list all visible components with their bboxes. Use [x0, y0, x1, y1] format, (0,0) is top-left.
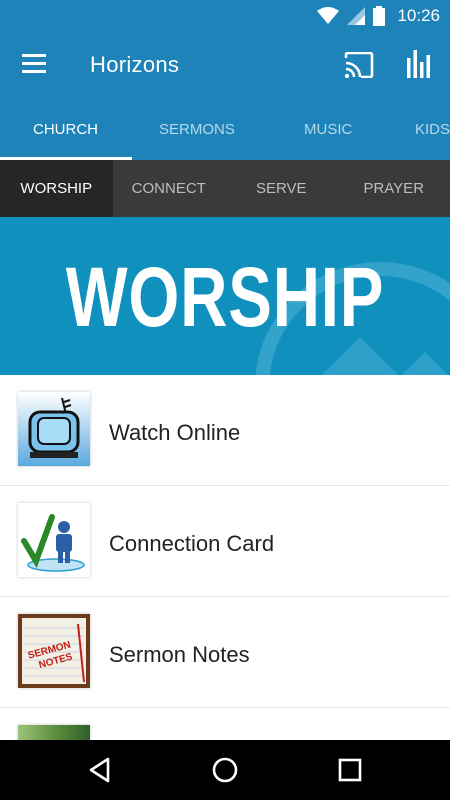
stats-icon[interactable]: [406, 50, 432, 78]
list-item-connection-card[interactable]: Connection Card: [0, 486, 450, 597]
content-list: Watch Online Connection Card SERMON NOTE…: [0, 375, 450, 740]
list-item-sermon-notes[interactable]: SERMON NOTES Sermon Notes: [0, 597, 450, 708]
subtab-prayer[interactable]: PRAYER: [338, 160, 450, 217]
subtab-connect[interactable]: CONNECT: [113, 160, 226, 217]
tv-icon: [18, 392, 90, 466]
back-icon[interactable]: [84, 754, 116, 786]
wifi-icon: [317, 7, 340, 24]
subtab-serve[interactable]: SERVE: [225, 160, 338, 217]
tab-kids[interactable]: KIDS: [415, 100, 450, 160]
banner-title: WORSHIP: [65, 250, 385, 344]
cast-icon[interactable]: [344, 52, 374, 78]
list-item-label: Sermon Notes: [109, 642, 250, 667]
status-icons: 10:26: [317, 0, 440, 32]
battery-icon: [373, 6, 386, 26]
app-title: Horizons: [90, 52, 180, 77]
list-item-label: Connection Card: [109, 531, 275, 556]
recents-icon[interactable]: [334, 754, 366, 786]
tab-sermons[interactable]: SERMONS: [159, 100, 235, 160]
notepad-icon: SERMON NOTES: [18, 614, 90, 688]
system-nav-bar: [0, 740, 450, 800]
tab-music[interactable]: MUSIC: [304, 100, 352, 160]
subtab-worship[interactable]: WORSHIP: [0, 160, 113, 217]
list-item-partial[interactable]: [0, 708, 450, 740]
home-icon[interactable]: [209, 754, 241, 786]
worship-banner: WORSHIP: [0, 217, 450, 375]
signal-icon: [347, 7, 366, 25]
status-bar: 10:26: [0, 0, 450, 32]
list-item-watch-online[interactable]: Watch Online: [0, 375, 450, 486]
status-time: 10:26: [397, 6, 440, 25]
checkmark-person-icon: [18, 503, 90, 577]
partial-image-icon: [18, 725, 90, 740]
main-tabs: CHURCH SERMONS MUSIC KIDS: [0, 100, 450, 160]
list-item-label: Watch Online: [109, 420, 241, 445]
menu-icon[interactable]: [22, 54, 48, 76]
sub-tabs: WORSHIP CONNECT SERVE PRAYER: [0, 160, 450, 217]
app-bar: Horizons: [0, 32, 450, 100]
tab-church[interactable]: CHURCH: [33, 100, 98, 160]
